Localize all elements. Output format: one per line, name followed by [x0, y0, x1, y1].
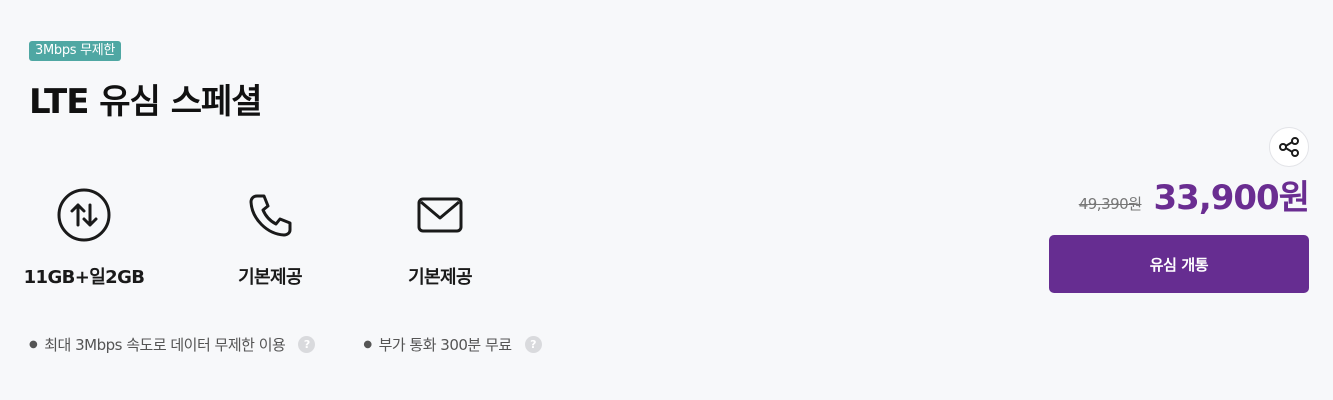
- price-row: 49,390원 33,900원: [1078, 170, 1310, 219]
- note-text: 최대 3Mbps 속도로 데이터 무제한 이용: [44, 336, 286, 354]
- feature-sms: 기본제공: [360, 185, 520, 289]
- feature-data-label: 11GB+일2GB: [23, 267, 145, 288]
- original-price: 49,390원: [1078, 195, 1142, 213]
- plan-card: 3Mbps 무제한 LTE 유심 스페셜 11GB+일2GB 기본제공 기본제공…: [0, 0, 1333, 400]
- sale-price: 33,900원: [1153, 178, 1310, 218]
- plan-title: LTE 유심 스페셜: [29, 82, 263, 122]
- feature-voice-label: 기본제공: [238, 267, 302, 288]
- plan-notes: ● 최대 3Mbps 속도로 데이터 무제한 이용 ? ● 부가 통화 300분…: [29, 334, 590, 355]
- note-item: ● 부가 통화 300분 무료 ?: [363, 334, 542, 355]
- feature-voice: 기본제공: [190, 185, 350, 289]
- data-transfer-icon: [54, 185, 114, 245]
- note-text: 부가 통화 300분 무료: [378, 336, 513, 354]
- note-item: ● 최대 3Mbps 속도로 데이터 무제한 이용 ?: [29, 334, 316, 355]
- bullet-icon: ●: [363, 339, 372, 350]
- phone-icon: [240, 185, 300, 245]
- bullet-icon: ●: [29, 339, 38, 350]
- plan-badge: 3Mbps 무제한: [29, 41, 122, 61]
- share-button[interactable]: [1269, 127, 1309, 167]
- activate-sim-button[interactable]: 유심 개통: [1049, 235, 1309, 293]
- help-icon[interactable]: ?: [298, 336, 316, 353]
- feature-data: 11GB+일2GB: [4, 185, 164, 289]
- feature-sms-label: 기본제공: [408, 267, 472, 288]
- mail-icon: [410, 185, 470, 245]
- share-icon: [1279, 137, 1299, 157]
- help-icon[interactable]: ?: [524, 336, 542, 353]
